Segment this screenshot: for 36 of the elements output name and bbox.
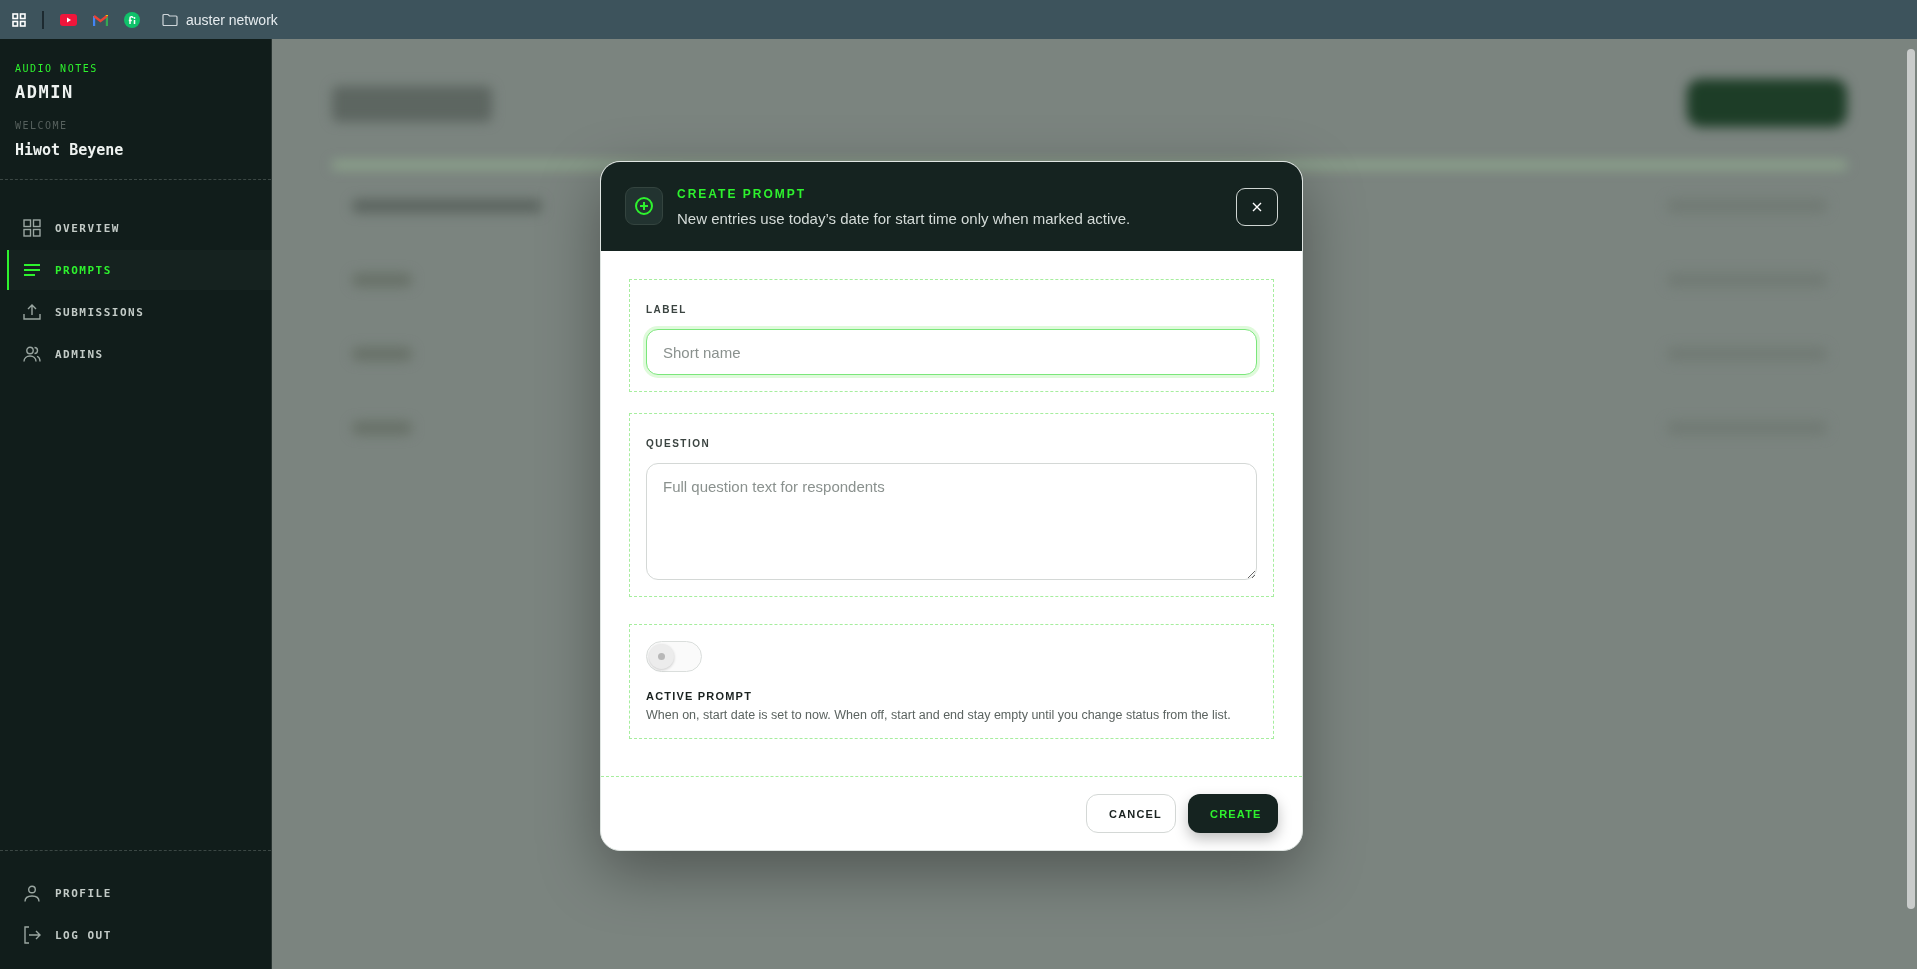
apps-grid-icon[interactable] bbox=[12, 12, 26, 27]
toggle-switch[interactable] bbox=[646, 641, 702, 672]
app-brand: AUDIO NOTES bbox=[15, 63, 99, 74]
logout-icon bbox=[23, 926, 41, 944]
field-label: QUESTION bbox=[646, 438, 712, 449]
round-logo-icon[interactable] bbox=[124, 11, 140, 28]
label-input-field[interactable]: Short name bbox=[646, 329, 1257, 375]
toggle-description: When on, start date is set to now. When off, start and end stay empty until you change status from the list. bbox=[646, 708, 1232, 722]
dialog-title: CREATE PROMPT bbox=[677, 186, 808, 201]
nav-item[interactable]: SUBMISSIONS bbox=[7, 292, 271, 332]
welcome-label: WELCOME bbox=[15, 120, 69, 131]
nav-item[interactable]: PROFILE bbox=[7, 873, 271, 913]
play-button-icon[interactable] bbox=[60, 13, 77, 26]
question-text-area[interactable]: Full question text for respondents bbox=[646, 463, 1257, 580]
scrollbar[interactable] bbox=[1907, 49, 1915, 909]
folder-icon bbox=[162, 13, 178, 26]
nav-item[interactable]: LOG OUT bbox=[7, 915, 271, 955]
nav-item[interactable]: ADMINS bbox=[7, 334, 271, 374]
nav-item[interactable]: PROMPTS bbox=[7, 250, 271, 290]
bookmark-folder[interactable]: auster network bbox=[162, 11, 278, 28]
close-icon bbox=[1251, 200, 1263, 213]
user-name: Hiwot Beyene bbox=[15, 141, 125, 159]
users-icon bbox=[23, 346, 41, 362]
field-label: LABEL bbox=[646, 304, 688, 315]
toggle-label: ACTIVE PROMPT bbox=[646, 690, 754, 702]
dialog-subtitle: New entries use today’s date for start time only when marked active. bbox=[677, 209, 1132, 227]
upload-icon bbox=[23, 303, 41, 321]
user-icon bbox=[23, 884, 41, 902]
nav-item[interactable]: OVERVIEW bbox=[7, 208, 271, 248]
app-title: ADMIN bbox=[15, 82, 75, 102]
menu-lines-icon bbox=[23, 263, 41, 277]
mail-m-icon[interactable] bbox=[93, 13, 108, 26]
create-button[interactable]: CREATE bbox=[1188, 794, 1278, 833]
cancel-button[interactable]: CANCEL bbox=[1086, 794, 1176, 833]
grid-icon bbox=[23, 219, 41, 237]
close-button[interactable] bbox=[1236, 187, 1278, 226]
